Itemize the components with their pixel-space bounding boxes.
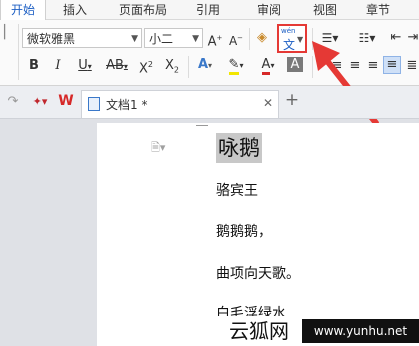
- highlight-icon[interactable]: ✎▾: [223, 57, 249, 75]
- font-size-value: 小二: [149, 32, 174, 46]
- document-tab-bar: ↷ ✦▾ W 文档1 * ✕ +: [0, 86, 419, 119]
- pinyin-bottom-label: 文: [283, 38, 296, 52]
- paragraph-layout-icon[interactable]: 🗎▾: [151, 139, 165, 158]
- tab-view[interactable]: 视图: [302, 0, 348, 19]
- grow-font-icon[interactable]: A+: [207, 30, 223, 50]
- wps-logo-icon[interactable]: W: [57, 93, 75, 109]
- shrink-font-icon[interactable]: A−: [228, 30, 244, 49]
- distributed-align-icon[interactable]: ≣: [405, 58, 419, 74]
- document-line: 骆宾王: [216, 183, 258, 199]
- strikethrough-icon[interactable]: AB▾: [102, 58, 132, 75]
- document-tab-title: 文档1 *: [106, 98, 148, 112]
- clear-formatting-icon[interactable]: ◈: [254, 30, 270, 46]
- tab-references[interactable]: 引用: [186, 0, 230, 19]
- text-effect-icon[interactable]: A▾: [193, 57, 217, 74]
- redo-icon[interactable]: ↷: [6, 94, 20, 110]
- close-icon[interactable]: ✕: [263, 96, 273, 110]
- font-color-icon[interactable]: A▾: [255, 57, 281, 75]
- tab-section[interactable]: 章节: [356, 0, 400, 19]
- tab-home[interactable]: 开始: [0, 0, 46, 20]
- document-tab[interactable]: 文档1 * ✕: [81, 90, 279, 118]
- new-tab-plus-icon[interactable]: +: [284, 92, 300, 109]
- watermark: 云狐网 www.yunhu.net: [218, 316, 419, 346]
- font-name-select[interactable]: 微软雅黑 ▼: [22, 28, 142, 48]
- group-divider: [188, 56, 189, 78]
- group-divider: [249, 28, 250, 50]
- watermark-url: www.yunhu.net: [302, 319, 419, 343]
- document-page[interactable]: 🗎▾ 咏鹅 骆宾王 鹅鹅鹅， 曲项向天歌。 白毛浮绿水: [97, 123, 419, 346]
- watermark-logo: 云狐网: [218, 316, 300, 346]
- underline-icon[interactable]: U▾: [74, 58, 96, 75]
- document-line: 曲项向天歌。: [216, 266, 300, 282]
- document-icon: [88, 97, 100, 111]
- chevron-down-icon: ▼: [131, 34, 138, 44]
- document-title: 咏鹅: [216, 133, 262, 163]
- tab-insert[interactable]: 插入: [52, 0, 98, 19]
- clipboard-icon[interactable]: ▏: [3, 25, 15, 41]
- italic-icon[interactable]: I: [51, 58, 65, 74]
- group-divider: [18, 24, 19, 80]
- font-size-select[interactable]: 小二 ▼: [144, 28, 203, 48]
- superscript-icon[interactable]: X2: [137, 57, 155, 77]
- tab-page-layout[interactable]: 页面布局: [108, 0, 178, 19]
- subscript-icon[interactable]: X2: [163, 58, 181, 79]
- indent-right-icon[interactable]: ⇥: [406, 30, 419, 46]
- ribbon-tab-bar: 开始 插入 页面布局 引用 审阅 视图 章节: [0, 0, 419, 20]
- font-name-value: 微软雅黑: [27, 32, 76, 46]
- tab-review[interactable]: 审阅: [246, 0, 292, 19]
- chevron-down-icon: ▼: [192, 34, 199, 44]
- pin-icon[interactable]: ✦▾: [32, 94, 48, 110]
- document-line: 鹅鹅鹅，: [216, 224, 272, 240]
- margin-marker: [196, 125, 208, 126]
- indent-left-icon[interactable]: ⇤: [389, 30, 403, 46]
- bold-icon[interactable]: B: [27, 58, 41, 74]
- pinyin-top-label: wén: [281, 27, 296, 35]
